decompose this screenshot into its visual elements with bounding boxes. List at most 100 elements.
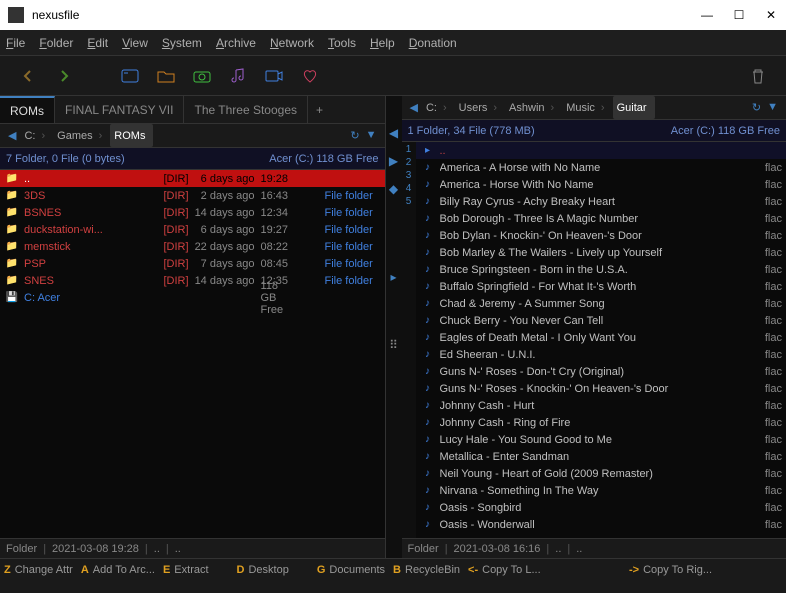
file-row[interactable]: ♪Eagles of Death Metal - I Only Want You… <box>416 329 786 346</box>
minimize-button[interactable]: — <box>700 8 714 22</box>
folder-row[interactable]: 📁duckstation-wi...[DIR]6 days ago19:27Fi… <box>0 221 385 238</box>
favorite-slot[interactable]: 4 <box>406 183 412 194</box>
dropdown-icon[interactable]: ▼ <box>767 101 778 114</box>
favorite-slot[interactable]: 2 <box>406 157 412 168</box>
fn-desktop[interactable]: DDesktop <box>233 564 293 576</box>
tab-final-fantasy-vii[interactable]: FINAL FANTASY VII <box>55 96 184 123</box>
trash-icon[interactable] <box>742 62 774 90</box>
drive-row[interactable]: 💾C: Acer118 GB Free <box>0 289 385 306</box>
music-note-icon: ♪ <box>420 247 436 258</box>
sync-right-icon[interactable]: ▶ <box>389 154 398 168</box>
bc-back-icon[interactable]: ◀ <box>406 101 422 114</box>
file-name: Ed Sheeran - U.N.I. <box>440 349 747 361</box>
menu-view[interactable]: View <box>122 36 148 50</box>
file-row[interactable]: ♪America - A Horse with No Nameflac <box>416 159 786 176</box>
right-file-list[interactable]: ▸..♪America - A Horse with No Nameflac♪A… <box>416 142 786 538</box>
file-row[interactable]: ♪Oasis - Wonderwallflac <box>416 516 786 533</box>
folder-row[interactable]: 📁3DS[DIR]2 days ago16:43File folder <box>0 187 385 204</box>
refresh-icon[interactable]: ↻ <box>350 129 359 142</box>
menu-network[interactable]: Network <box>270 36 314 50</box>
file-row[interactable]: ♪Ed Sheeran - U.N.I.flac <box>416 346 786 363</box>
file-row[interactable]: ♪Johnny Cash - Hurtflac <box>416 397 786 414</box>
dropdown-icon[interactable]: ▼ <box>366 129 377 142</box>
breadcrumb-seg[interactable]: Guitar <box>613 96 655 119</box>
parent-row[interactable]: ▸.. <box>416 142 786 159</box>
file-ext: flac <box>746 451 782 463</box>
file-row[interactable]: ♪Billy Ray Cyrus - Achy Breaky Heartflac <box>416 193 786 210</box>
file-row[interactable]: ♪Bob Marley & The Wailers - Lively up Yo… <box>416 244 786 261</box>
file-row[interactable]: ♪Neil Young - Heart of Gold (2009 Remast… <box>416 465 786 482</box>
folder-row[interactable]: 📁SNES[DIR]14 days ago12:35File folder <box>0 272 385 289</box>
refresh-icon[interactable]: ↻ <box>752 101 761 114</box>
fn-copy-to-l-[interactable]: <-Copy To L... <box>464 564 625 576</box>
file-row[interactable]: ♪Bob Dorough - Three Is A Magic Numberfl… <box>416 210 786 227</box>
tab-the-three-stooges[interactable]: The Three Stooges <box>184 96 308 123</box>
menu-archive[interactable]: Archive <box>216 36 256 50</box>
bc-back-icon[interactable]: ◀ <box>4 129 20 142</box>
music-note-icon: ♪ <box>420 485 436 496</box>
left-info-bar: 7 Folder, 0 File (0 bytes) Acer (C:) 118… <box>0 148 385 170</box>
menu-tools[interactable]: Tools <box>328 36 356 50</box>
tab-add-button[interactable]: + <box>308 96 331 123</box>
dir-tag: [DIR] <box>151 258 189 270</box>
fn-add-to-arc-[interactable]: AAdd To Arc... <box>77 564 159 576</box>
close-button[interactable]: ✕ <box>764 8 778 22</box>
menu-file[interactable]: File <box>6 36 25 50</box>
file-row[interactable]: ♪Nirvana - Something In The Wayflac <box>416 482 786 499</box>
scroll-up-icon[interactable]: ▸ <box>390 270 396 284</box>
breadcrumb-seg[interactable]: C: <box>422 96 455 119</box>
file-row[interactable]: ♪Buffalo Springfield - For What It-'s Wo… <box>416 278 786 295</box>
breadcrumb-seg[interactable]: C: <box>20 124 53 147</box>
folder-row[interactable]: 📁PSP[DIR]7 days ago08:45File folder <box>0 255 385 272</box>
file-name: Chad & Jeremy - A Summer Song <box>440 298 747 310</box>
bars-icon[interactable]: ⠿ <box>389 338 398 352</box>
file-row[interactable]: ♪Bruce Springsteen - Born in the U.S.A.f… <box>416 261 786 278</box>
favorite-icon[interactable] <box>294 62 326 90</box>
folder-row[interactable]: 📁..[DIR]6 days ago19:28 <box>0 170 385 187</box>
swap-icon[interactable]: ◆ <box>389 182 398 196</box>
nav-forward-button[interactable] <box>48 62 80 90</box>
left-gutter: 1 2 3 4 5 <box>402 142 416 538</box>
breadcrumb-seg[interactable]: ROMs <box>110 124 153 147</box>
menu-system[interactable]: System <box>162 36 202 50</box>
folder-row[interactable]: 📁BSNES[DIR]14 days ago12:34File folder <box>0 204 385 221</box>
console-icon[interactable] <box>114 62 146 90</box>
nav-back-button[interactable] <box>12 62 44 90</box>
video-icon[interactable] <box>258 62 290 90</box>
fn-recyclebin[interactable]: BRecycleBin <box>389 564 464 576</box>
fn-extract[interactable]: EExtract <box>159 564 213 576</box>
tab-roms[interactable]: ROMs <box>0 96 55 123</box>
favorite-slot[interactable]: 5 <box>406 196 412 207</box>
file-row[interactable]: ♪Metallica - Enter Sandmanflac <box>416 448 786 465</box>
fn-change-attr[interactable]: ZChange Attr <box>0 564 77 576</box>
fn-documents[interactable]: GDocuments <box>313 564 389 576</box>
breadcrumb-seg[interactable]: Music <box>562 96 612 119</box>
breadcrumb-seg[interactable]: Users <box>455 96 505 119</box>
maximize-button[interactable]: ☐ <box>732 8 746 22</box>
menu-folder[interactable]: Folder <box>39 36 73 50</box>
folder-icon[interactable] <box>150 62 182 90</box>
right-info-bar: 1 Folder, 34 File (778 MB) Acer (C:) 118… <box>402 120 786 142</box>
file-row[interactable]: ♪Bob Dylan - Knockin-' On Heaven-'s Door… <box>416 227 786 244</box>
file-row[interactable]: ♪Oasis - Songbirdflac <box>416 499 786 516</box>
menu-donation[interactable]: Donation <box>409 36 457 50</box>
file-row[interactable]: ♪Johnny Cash - Ring of Fireflac <box>416 414 786 431</box>
left-file-list[interactable]: 📁..[DIR]6 days ago19:28📁3DS[DIR]2 days a… <box>0 170 385 538</box>
sync-left-icon[interactable]: ◀ <box>389 126 398 140</box>
menu-edit[interactable]: Edit <box>87 36 108 50</box>
breadcrumb-seg[interactable]: Games <box>53 124 110 147</box>
file-row[interactable]: ♪Guns N-' Roses - Knockin-' On Heaven-'s… <box>416 380 786 397</box>
favorite-slot[interactable]: 3 <box>406 170 412 181</box>
fn-copy-to-rig-[interactable]: ->Copy To Rig... <box>625 564 786 576</box>
file-row[interactable]: ♪Guns N-' Roses - Don-'t Cry (Original)f… <box>416 363 786 380</box>
file-row[interactable]: ♪America - Horse With No Nameflac <box>416 176 786 193</box>
folder-row[interactable]: 📁memstick[DIR]22 days ago08:22File folde… <box>0 238 385 255</box>
breadcrumb-seg[interactable]: Ashwin <box>505 96 562 119</box>
file-row[interactable]: ♪Lucy Hale - You Sound Good to Meflac <box>416 431 786 448</box>
music-icon[interactable] <box>222 62 254 90</box>
file-row[interactable]: ♪Chuck Berry - You Never Can Tellflac <box>416 312 786 329</box>
camera-icon[interactable] <box>186 62 218 90</box>
file-row[interactable]: ♪Chad & Jeremy - A Summer Songflac <box>416 295 786 312</box>
menu-help[interactable]: Help <box>370 36 395 50</box>
favorite-slot[interactable]: 1 <box>406 144 412 155</box>
